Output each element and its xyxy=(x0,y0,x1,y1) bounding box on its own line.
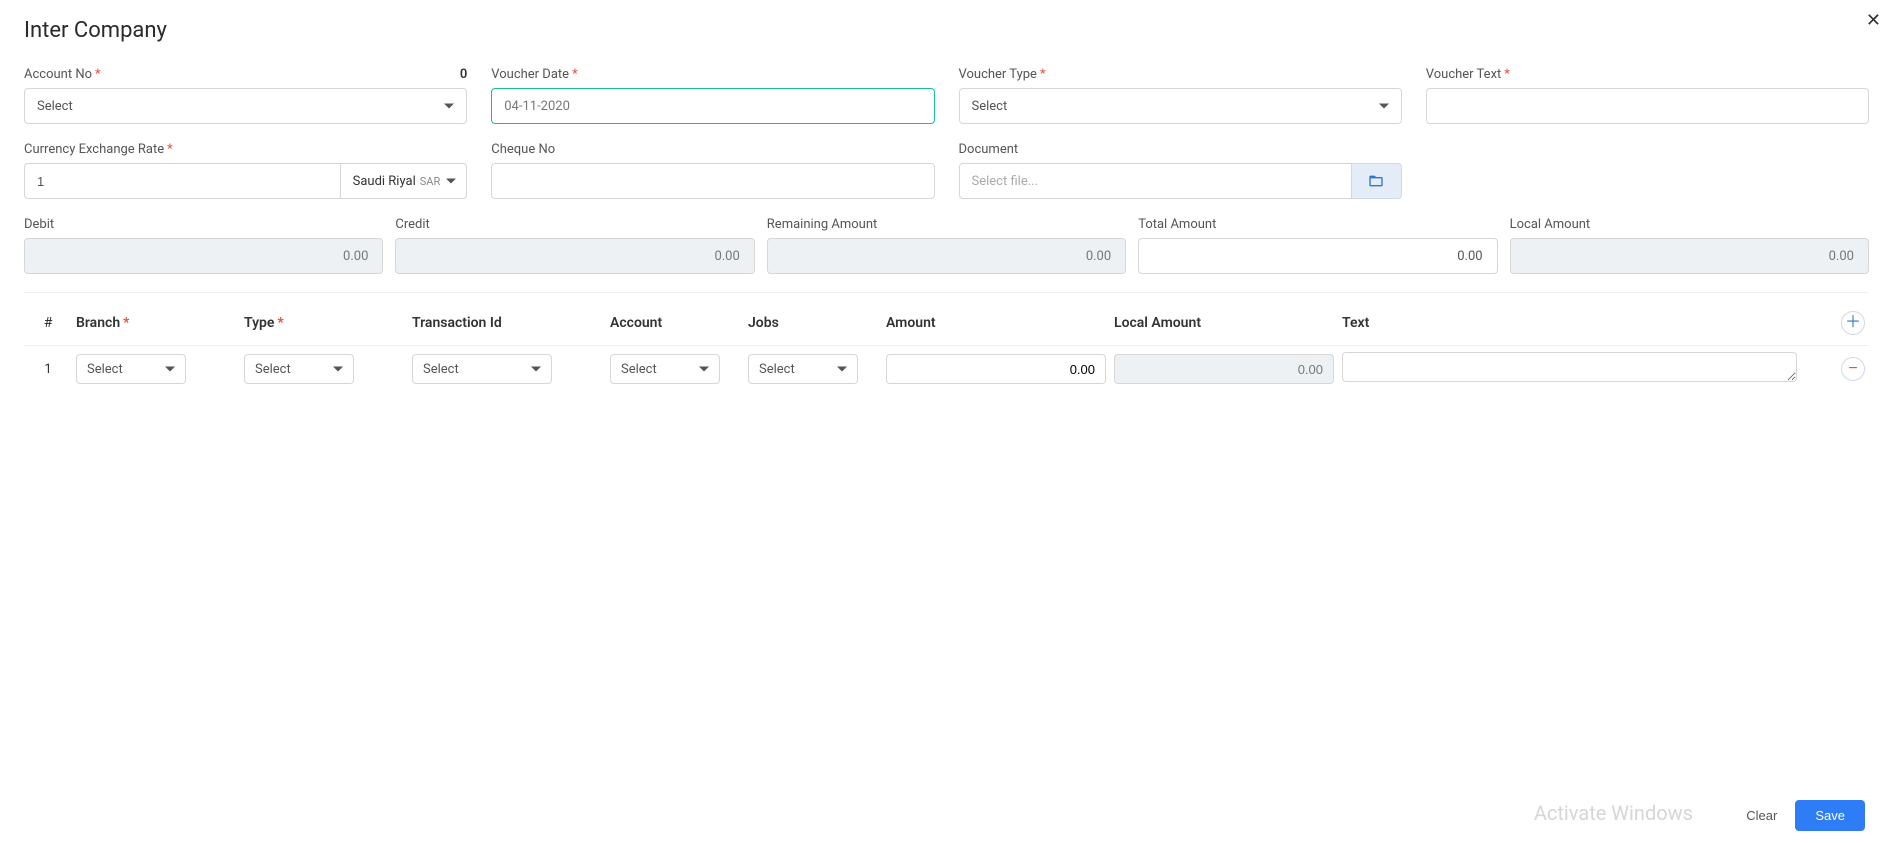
divider xyxy=(24,292,1869,293)
cheque-no-input[interactable] xyxy=(491,163,934,199)
row-local-amount xyxy=(1114,354,1334,384)
exchange-rate-input[interactable] xyxy=(24,163,340,199)
inter-company-modal: ✕ Inter Company Account No* 0 Select Vou… xyxy=(0,0,1893,843)
clear-button[interactable]: Clear xyxy=(1742,800,1781,831)
account-no-label: Account No* 0 xyxy=(24,67,467,82)
page-title: Inter Company xyxy=(24,18,1869,43)
voucher-text-label: Voucher Text* xyxy=(1426,67,1869,82)
chevron-down-icon xyxy=(446,179,456,184)
account-no-badge: 0 xyxy=(460,67,467,82)
document-label: Document xyxy=(959,142,1402,157)
row-branch-select[interactable]: Select xyxy=(76,354,186,384)
table-row: 1 Select Select Select Select xyxy=(24,345,1869,392)
currency-select[interactable]: Saudi Riyal SAR xyxy=(340,163,468,199)
chevron-down-icon xyxy=(333,367,343,372)
row-type-select[interactable]: Select xyxy=(244,354,354,384)
col-type: Type* xyxy=(244,315,404,331)
plus-icon: ＋ xyxy=(1845,315,1861,331)
row-num: 1 xyxy=(28,362,68,377)
remaining-value: 0.00 xyxy=(767,238,1126,274)
folder-open-icon xyxy=(1368,173,1384,189)
save-button[interactable]: Save xyxy=(1795,800,1865,831)
cheque-no-label: Cheque No xyxy=(491,142,934,157)
voucher-text-input[interactable] xyxy=(1426,88,1869,124)
local-amount-value: 0.00 xyxy=(1510,238,1869,274)
credit-value: 0.00 xyxy=(395,238,754,274)
account-no-select[interactable]: Select xyxy=(24,88,467,124)
row-jobs-select[interactable]: Select xyxy=(748,354,858,384)
row-text-input[interactable] xyxy=(1342,352,1797,382)
col-local-amount: Local Amount xyxy=(1114,315,1334,331)
chevron-down-icon xyxy=(444,104,454,109)
windows-watermark: Activate Windows xyxy=(1534,801,1693,825)
voucher-type-label: Voucher Type* xyxy=(959,67,1402,82)
col-branch: Branch* xyxy=(76,315,236,331)
debit-value: 0.00 xyxy=(24,238,383,274)
remove-row-button[interactable]: − xyxy=(1841,357,1865,381)
exchange-rate-label: Currency Exchange Rate* xyxy=(24,142,467,157)
chevron-down-icon xyxy=(531,367,541,372)
chevron-down-icon xyxy=(1379,104,1389,109)
col-account: Account xyxy=(610,315,740,331)
chevron-down-icon xyxy=(165,367,175,372)
footer-actions: Clear Save xyxy=(1742,800,1865,831)
document-file-input[interactable]: Select file... xyxy=(959,163,1352,199)
voucher-date-input[interactable]: 04-11-2020 xyxy=(491,88,934,124)
col-amount: Amount xyxy=(886,315,1106,331)
voucher-date-label: Voucher Date* xyxy=(491,67,934,82)
remaining-label: Remaining Amount xyxy=(767,217,1126,232)
col-transaction: Transaction Id xyxy=(412,315,602,331)
col-text: Text xyxy=(1342,315,1797,331)
file-browse-button[interactable] xyxy=(1352,163,1402,199)
total-label: Total Amount xyxy=(1138,217,1497,232)
local-amount-label: Local Amount xyxy=(1510,217,1869,232)
credit-label: Credit xyxy=(395,217,754,232)
debit-label: Debit xyxy=(24,217,383,232)
row-account-select[interactable]: Select xyxy=(610,354,720,384)
col-num: # xyxy=(28,315,68,331)
row-amount-input[interactable] xyxy=(886,354,1106,384)
add-row-button[interactable]: ＋ xyxy=(1841,311,1865,335)
voucher-type-select[interactable]: Select xyxy=(959,88,1402,124)
row-transaction-select[interactable]: Select xyxy=(412,354,552,384)
line-items-header: # Branch* Type* Transaction Id Account J… xyxy=(24,305,1869,345)
col-jobs: Jobs xyxy=(748,315,878,331)
total-input[interactable]: 0.00 xyxy=(1138,238,1497,274)
chevron-down-icon xyxy=(837,367,847,372)
close-icon[interactable]: ✕ xyxy=(1866,10,1881,31)
chevron-down-icon xyxy=(699,367,709,372)
minus-icon: − xyxy=(1848,361,1857,377)
